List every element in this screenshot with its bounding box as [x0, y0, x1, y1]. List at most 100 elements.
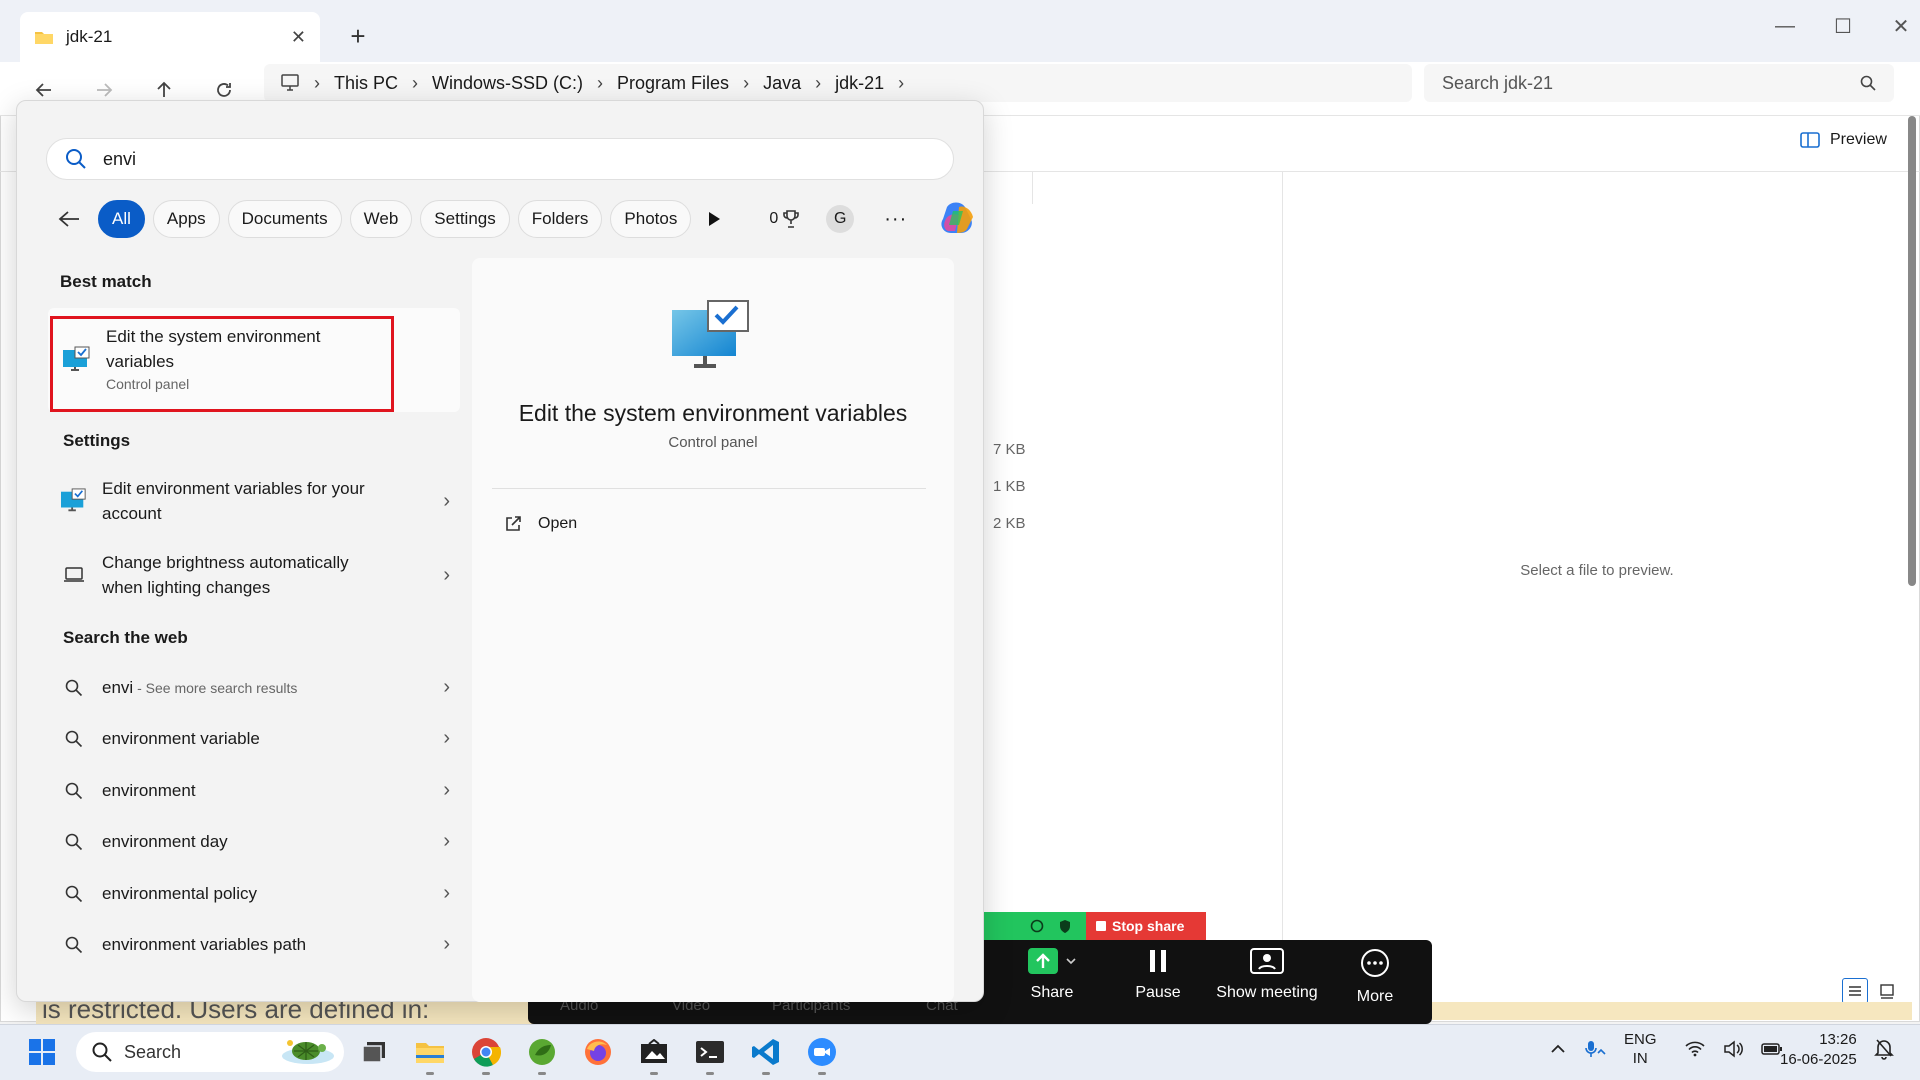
open-action[interactable]: Open	[504, 515, 577, 533]
running-indicator	[538, 1072, 546, 1075]
background-document: is restricted. Users are defined in:	[36, 1002, 536, 1024]
tiles-view-icon[interactable]	[1878, 982, 1896, 1000]
task-view-icon[interactable]	[354, 1032, 394, 1072]
chevron-down-icon[interactable]	[1066, 957, 1076, 965]
settings-result-label: Edit environment variables for your acco…	[102, 479, 365, 523]
firefox-icon[interactable]	[578, 1032, 618, 1072]
back-arrow-icon[interactable]	[58, 210, 80, 228]
preview-message: Select a file to preview.	[1520, 562, 1674, 579]
breadcrumb-java[interactable]: Java	[763, 73, 801, 94]
language-indicator[interactable]: ENG IN	[1624, 1030, 1657, 1068]
chip-settings[interactable]: Settings	[420, 200, 510, 238]
close-window-button[interactable]: ✕	[1872, 8, 1920, 44]
app-leaf-icon[interactable]	[522, 1032, 562, 1072]
vscode-icon[interactable]	[746, 1032, 786, 1072]
running-indicator	[818, 1072, 826, 1075]
turtle-illustration-icon	[280, 1036, 336, 1068]
preview-divider	[492, 488, 926, 489]
windows-start-icon[interactable]	[22, 1032, 62, 1072]
tab-jdk-21[interactable]: jdk-21 ✕	[20, 12, 320, 62]
breadcrumb-this-pc[interactable]: This PC	[334, 73, 398, 94]
points-value: 0	[769, 210, 779, 227]
search-filter-chips: All Apps Documents Web Settings Folders …	[58, 200, 977, 238]
search-query[interactable]: envi	[103, 149, 136, 170]
chevron-right-icon[interactable]: ›	[443, 882, 450, 905]
settings-result-edit-env-vars[interactable]: Edit environment variables for your acco…	[60, 476, 450, 526]
taskbar-search[interactable]: Search	[76, 1032, 344, 1072]
shield-icon	[1058, 919, 1072, 934]
file-size: 1 KB	[993, 478, 1026, 495]
settings-heading: Settings	[63, 431, 131, 450]
chip-apps[interactable]: Apps	[152, 200, 220, 238]
search-placeholder: Search jdk-21	[1442, 72, 1554, 93]
column-divider	[1032, 172, 1033, 204]
web-result-label: environment	[102, 780, 196, 800]
chevron-right-icon[interactable]: ›	[443, 564, 450, 587]
share-button[interactable]: Share	[992, 948, 1112, 1002]
breadcrumb-jdk-21[interactable]: jdk-21	[835, 73, 884, 94]
chevron-right-icon[interactable]: ›	[443, 490, 450, 513]
search-icon	[60, 782, 88, 800]
web-result-label: environment day	[102, 831, 228, 851]
chip-documents[interactable]: Documents	[227, 200, 342, 238]
maximize-button[interactable]: ☐	[1814, 8, 1872, 44]
copilot-icon[interactable]	[939, 201, 977, 237]
show-meeting-button[interactable]: Show meeting	[1206, 948, 1328, 1002]
breadcrumb-program-files[interactable]: Program Files	[617, 73, 729, 94]
file-explorer-icon[interactable]	[410, 1032, 450, 1072]
preview-subtitle: Control panel	[668, 434, 758, 451]
clock[interactable]: 13:26 16-06-2025	[1780, 1030, 1857, 1070]
more-button[interactable]: More	[1315, 948, 1435, 1006]
explorer-search-input[interactable]: Search jdk-21	[1424, 64, 1894, 102]
new-tab-button[interactable]: +	[340, 18, 376, 54]
chevron-right-icon[interactable]: ›	[898, 73, 904, 94]
snipping-tool-icon[interactable]	[634, 1032, 674, 1072]
pause-button[interactable]: Pause	[1098, 948, 1218, 1002]
search-icon	[60, 730, 88, 748]
breadcrumb-windows-ssd[interactable]: Windows-SSD (C:)	[432, 73, 583, 94]
web-result[interactable]: environment variable ›	[60, 727, 450, 750]
web-result-envi[interactable]: envi - See more search results ›	[60, 676, 450, 699]
close-tab-icon[interactable]: ✕	[291, 27, 306, 48]
zoom-app-icon[interactable]	[802, 1032, 842, 1072]
web-result[interactable]: environment ›	[60, 779, 450, 802]
minimize-button[interactable]: —	[1756, 8, 1814, 44]
chip-web[interactable]: Web	[349, 200, 413, 238]
notification-bell-icon[interactable]	[1874, 1038, 1894, 1060]
settings-result-brightness[interactable]: Change brightness automatically when lig…	[60, 550, 450, 600]
microphone-icon[interactable]	[1584, 1039, 1606, 1059]
avatar[interactable]: G	[826, 205, 855, 233]
start-search-input[interactable]: envi	[46, 138, 954, 180]
chrome-icon[interactable]	[466, 1032, 506, 1072]
web-result[interactable]: environment variables path ›	[60, 933, 450, 956]
region-code: IN	[1632, 1050, 1648, 1067]
web-result[interactable]: environmental policy ›	[60, 882, 450, 905]
scrollbar[interactable]	[1908, 116, 1916, 586]
stop-share-button[interactable]: Stop share	[1086, 912, 1206, 940]
more-options-icon[interactable]: ···	[884, 208, 907, 231]
details-view-icon[interactable]	[1842, 978, 1868, 1004]
open-external-icon	[504, 515, 522, 533]
chip-photos[interactable]: Photos	[610, 200, 692, 238]
wifi-icon[interactable]	[1684, 1041, 1705, 1057]
rewards-points[interactable]: 0	[769, 209, 800, 229]
preview-button[interactable]: Preview	[1800, 131, 1887, 149]
play-more-icon[interactable]	[707, 211, 721, 227]
volume-icon[interactable]	[1723, 1040, 1743, 1058]
chevron-right-icon[interactable]: ›	[443, 727, 450, 750]
best-match-heading: Best match	[60, 272, 152, 291]
pause-icon	[1147, 948, 1169, 974]
terminal-icon[interactable]	[690, 1032, 730, 1072]
chevron-right-icon: ›	[815, 72, 822, 93]
chip-folders[interactable]: Folders	[517, 200, 603, 238]
chevron-right-icon[interactable]: ›	[443, 779, 450, 802]
web-result[interactable]: environment day ›	[60, 830, 450, 853]
chevron-right-icon[interactable]: ›	[443, 676, 450, 699]
chevron-right-icon[interactable]: ›	[443, 830, 450, 853]
breadcrumb[interactable]: › This PC › Windows-SSD (C:) › Program F…	[264, 64, 1412, 102]
chip-all[interactable]: All	[98, 200, 145, 238]
share-label: Share	[1030, 984, 1074, 1001]
chevron-right-icon[interactable]: ›	[443, 933, 450, 956]
status-circle-icon	[1030, 919, 1044, 933]
chevron-up-icon[interactable]	[1550, 1044, 1566, 1054]
